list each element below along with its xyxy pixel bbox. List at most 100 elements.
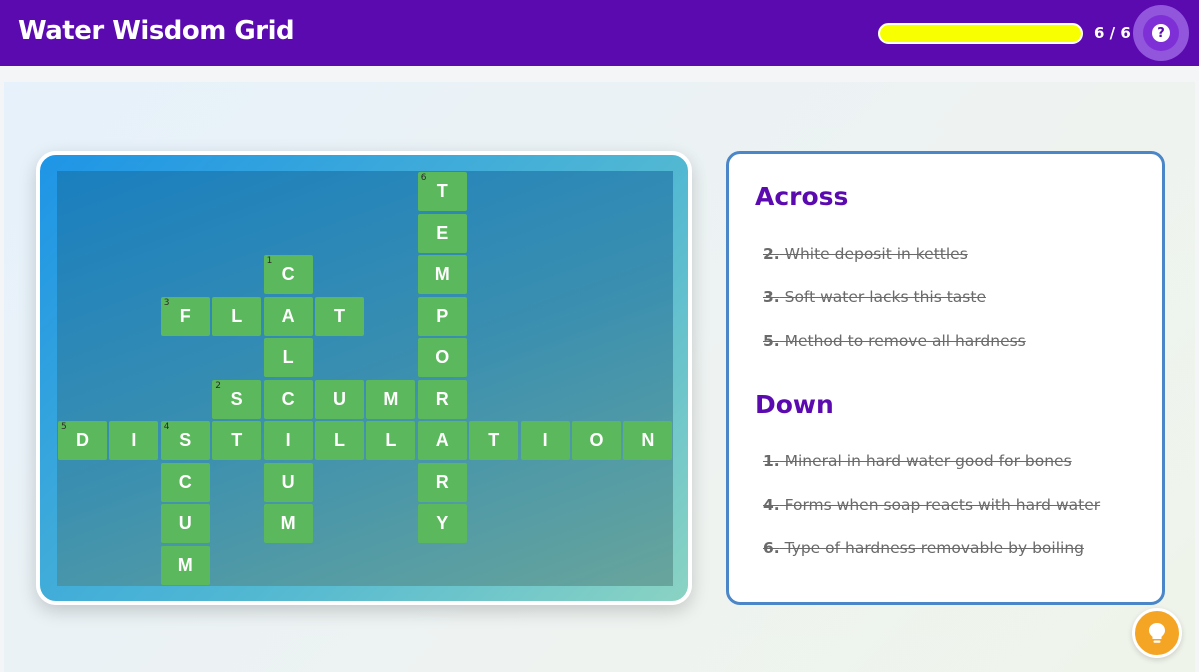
grid-cell[interactable]: E	[417, 213, 467, 253]
cell-letter: S	[179, 430, 192, 450]
grid-cell[interactable]: 4S	[160, 421, 210, 460]
grid-cell[interactable]: M	[160, 545, 210, 585]
grid-cell[interactable]: A	[417, 421, 467, 460]
cell-letter: T	[334, 305, 345, 326]
across-heading: Across	[755, 182, 849, 211]
grid-cell[interactable]: U	[160, 504, 210, 543]
grid-cell[interactable]: C	[160, 462, 210, 502]
grid-cell[interactable]: R	[417, 379, 467, 419]
cell-number: 4	[163, 422, 170, 432]
cell-letter: M	[383, 388, 399, 409]
crossword-grid: 6TE1CM3FLATPLO2SCUMR5DI4STILLATIONCURUMY…	[57, 171, 673, 586]
cell-letter: C	[281, 388, 295, 409]
help-button[interactable]: ?	[1143, 15, 1179, 51]
down-heading: Down	[755, 390, 834, 419]
clue-number: 1.	[763, 452, 780, 470]
grid-cell[interactable]: P	[417, 296, 467, 336]
cell-letter: T	[231, 430, 243, 450]
clue-number: 6.	[763, 539, 780, 557]
progress-counter: 6 / 6	[1094, 24, 1131, 42]
grid-cell[interactable]: 3F	[160, 296, 210, 336]
clue-text: Type of hardness removable by boiling	[779, 539, 1084, 557]
grid-cell[interactable]: M	[263, 504, 313, 543]
hint-button[interactable]	[1132, 608, 1182, 658]
cell-letter: Y	[436, 513, 449, 533]
clue-across-5[interactable]: 5. Method to remove all hardness	[763, 332, 1026, 350]
grid-cell[interactable]: T	[212, 421, 262, 460]
progress-bar	[878, 23, 1083, 44]
app-header: Water Wisdom Grid 6 / 6 ?	[0, 0, 1199, 66]
clue-text: Mineral in hard water good for bones	[779, 452, 1072, 470]
cell-letter: U	[178, 513, 192, 533]
clue-across-2[interactable]: 2. White deposit in kettles	[763, 245, 968, 263]
cell-letter: F	[179, 305, 191, 326]
clue-text: Soft water lacks this taste	[779, 288, 986, 306]
grid-cell[interactable]: M	[366, 379, 416, 419]
question-icon: ?	[1152, 24, 1170, 42]
cell-letter: R	[435, 471, 449, 492]
cell-letter: A	[435, 430, 449, 450]
clue-down-4[interactable]: 4. Forms when soap reacts with hard wate…	[763, 496, 1100, 514]
cell-letter: A	[281, 305, 295, 326]
grid-cell[interactable]: L	[212, 296, 262, 336]
progress-bar-fill	[880, 25, 1081, 42]
clue-down-1[interactable]: 1. Mineral in hard water good for bones	[763, 452, 1072, 470]
cell-letter: E	[436, 222, 449, 243]
grid-cell[interactable]: Y	[417, 504, 467, 543]
clue-number: 5.	[763, 332, 780, 350]
clue-across-3[interactable]: 3. Soft water lacks this taste	[763, 288, 986, 306]
grid-cell[interactable]: M	[417, 255, 467, 294]
cell-letter: L	[282, 347, 294, 367]
cell-letter: N	[641, 430, 655, 450]
cell-letter: C	[281, 264, 295, 284]
grid-cell[interactable]: 1C	[263, 255, 313, 294]
grid-cell[interactable]: T	[469, 421, 519, 460]
grid-cell[interactable]: O	[417, 338, 467, 377]
grid-cell[interactable]: L	[366, 421, 416, 460]
clue-text: Forms when soap reacts with hard water	[779, 496, 1101, 514]
cell-letter: M	[280, 513, 296, 533]
clue-text: Method to remove all hardness	[779, 332, 1026, 350]
cell-letter: L	[385, 430, 397, 450]
grid-cell[interactable]: A	[263, 296, 313, 336]
grid-cell[interactable]: I	[109, 421, 159, 460]
grid-cell[interactable]: L	[315, 421, 364, 460]
cell-number: 3	[163, 297, 170, 308]
grid-cell[interactable]: T	[315, 296, 364, 336]
clue-number: 2.	[763, 245, 780, 263]
cell-letter: C	[178, 471, 192, 492]
cell-number: 6	[420, 173, 427, 183]
app-title: Water Wisdom Grid	[18, 16, 295, 46]
grid-cell[interactable]: I	[520, 421, 570, 460]
cell-letter: L	[334, 430, 345, 450]
grid-cell[interactable]: C	[263, 379, 313, 419]
cell-letter: I	[131, 430, 137, 450]
grid-cell[interactable]: L	[263, 338, 313, 377]
cell-letter: S	[230, 388, 243, 409]
clue-down-6[interactable]: 6. Type of hardness removable by boiling	[763, 539, 1084, 557]
clue-panel: Across 2. White deposit in kettles 3. So…	[726, 151, 1165, 605]
cell-letter: O	[435, 347, 450, 367]
grid-cell[interactable]: I	[263, 421, 313, 460]
cell-letter: U	[281, 471, 295, 492]
lightbulb-icon	[1149, 623, 1165, 643]
grid-cell[interactable]: U	[315, 379, 364, 419]
clue-number: 4.	[763, 496, 780, 514]
cell-letter: T	[488, 430, 500, 450]
grid-cell[interactable]: 2S	[212, 379, 262, 419]
cell-letter: T	[436, 181, 448, 201]
cell-letter: D	[76, 430, 89, 450]
cell-number: 5	[61, 422, 67, 432]
cell-letter: M	[434, 264, 450, 284]
grid-cell[interactable]: 6T	[417, 172, 467, 211]
cell-letter: P	[436, 305, 449, 326]
grid-cell[interactable]: 5D	[58, 421, 107, 460]
cell-number: 2	[215, 380, 221, 391]
clue-number: 3.	[763, 288, 780, 306]
grid-cell[interactable]: O	[572, 421, 621, 460]
cell-letter: O	[589, 430, 604, 450]
clue-text: White deposit in kettles	[779, 245, 968, 263]
grid-cell[interactable]: U	[263, 462, 313, 502]
grid-cell[interactable]: N	[623, 421, 673, 460]
grid-cell[interactable]: R	[417, 462, 467, 502]
